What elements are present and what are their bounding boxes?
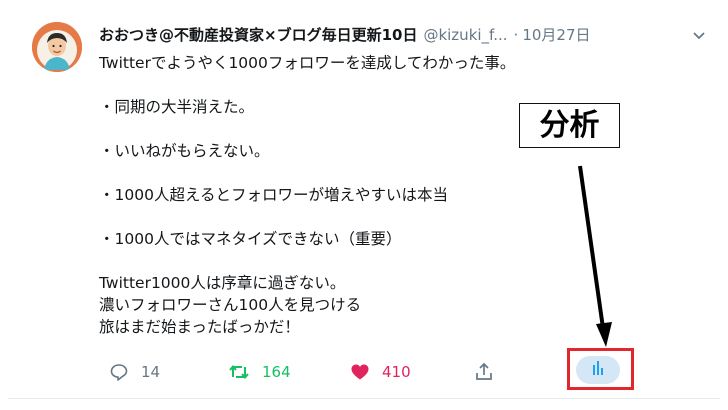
- arrow-icon: [578, 165, 612, 347]
- annotation-label: 分析: [519, 103, 620, 148]
